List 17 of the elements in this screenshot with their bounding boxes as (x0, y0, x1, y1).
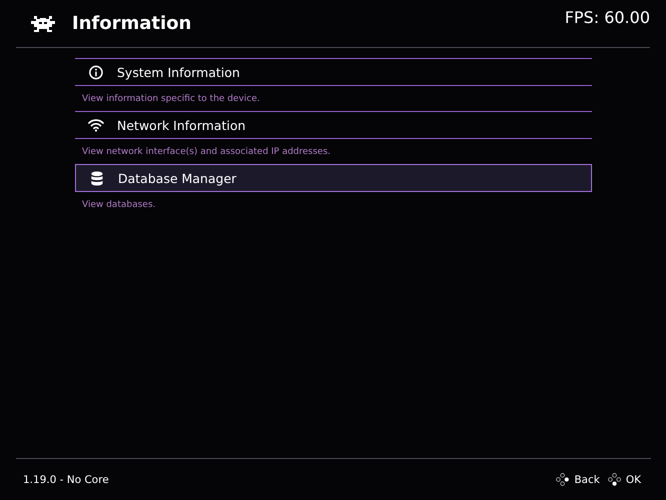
database-icon (89, 170, 105, 186)
footer-action[interactable]: OK (608, 473, 641, 486)
invader-logo-icon (28, 16, 58, 32)
fps-counter: FPS: 60.00 (564, 8, 650, 27)
menu-item[interactable]: Network Information (75, 111, 592, 139)
footer-action[interactable]: Back (556, 473, 600, 486)
item-description: View databases. (81, 198, 156, 212)
gamepad-bottom-button-icon (608, 473, 621, 486)
version-label: 1.19.0 - No Core (23, 474, 109, 486)
item-description: View network interface(s) and associated IP addresses. (81, 146, 332, 158)
item-description: View information specific to the device. (81, 92, 261, 106)
info-icon (88, 64, 104, 80)
gamepad-right-button-icon (556, 473, 570, 486)
menu-item[interactable]: Database Manager (75, 164, 592, 192)
menu-item[interactable]: System Information (75, 58, 592, 86)
screen-title: Information (72, 13, 192, 34)
wifi-icon (88, 118, 104, 132)
